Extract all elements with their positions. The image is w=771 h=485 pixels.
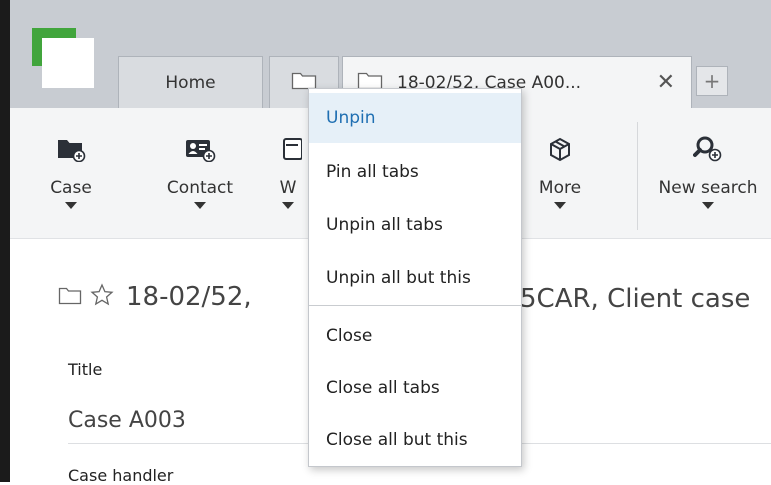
record-title: 18-02/52, <box>126 282 252 312</box>
close-icon[interactable]: ✕ <box>657 70 675 95</box>
new-case-icon <box>55 136 87 162</box>
case-handler-label: Case handler <box>68 466 174 485</box>
menu-item-close-all-tabs[interactable]: Close all tabs <box>309 363 521 413</box>
title-field-label: Title <box>68 360 103 379</box>
document-button-label: W <box>279 178 297 198</box>
chevron-down-icon <box>702 202 714 209</box>
menu-item-pin-all-tabs[interactable]: Pin all tabs <box>309 147 521 197</box>
menu-item-close-all-but-this[interactable]: Close all but this <box>309 415 521 465</box>
menu-item-close[interactable]: Close <box>309 311 521 361</box>
new-contact-icon <box>184 136 216 162</box>
window-left-edge <box>0 0 10 482</box>
chevron-down-icon <box>282 202 294 209</box>
new-search-icon <box>692 136 724 162</box>
contact-button-label: Contact <box>166 178 234 198</box>
contact-button[interactable]: Contact <box>150 108 250 238</box>
menu-item-unpin[interactable]: Unpin <box>309 93 521 143</box>
menu-separator <box>309 305 521 306</box>
more-button-label: More <box>538 178 582 198</box>
record-heading: 18-02/52, <box>58 282 252 312</box>
tab-home[interactable]: Home <box>118 56 263 108</box>
new-document-icon <box>272 136 304 162</box>
record-title-continued: 5CAR, Client case <box>520 284 751 314</box>
more-button[interactable]: More <box>530 108 590 238</box>
star-icon[interactable] <box>90 283 114 311</box>
chevron-down-icon <box>194 202 206 209</box>
case-button-label: Case <box>50 178 92 198</box>
ribbon-divider <box>637 122 638 230</box>
case-button[interactable]: Case <box>43 108 99 238</box>
tab-context-menu: Unpin Pin all tabs Unpin all tabs Unpin … <box>308 88 522 467</box>
chevron-down-icon <box>554 202 566 209</box>
app-logo-square <box>42 38 94 88</box>
new-search-button[interactable]: New search <box>648 108 768 238</box>
document-button[interactable]: W <box>268 108 308 238</box>
tab-home-label: Home <box>165 72 216 93</box>
title-field-value: Case A003 <box>68 408 186 433</box>
chevron-down-icon <box>65 202 77 209</box>
plus-icon: + <box>703 69 721 93</box>
menu-item-unpin-all-tabs[interactable]: Unpin all tabs <box>309 200 521 250</box>
new-tab-button[interactable]: + <box>696 66 728 96</box>
menu-item-unpin-all-but-this[interactable]: Unpin all but this <box>309 253 521 303</box>
new-search-button-label: New search <box>658 178 758 198</box>
folder-icon <box>58 285 82 309</box>
box-icon <box>544 136 576 162</box>
